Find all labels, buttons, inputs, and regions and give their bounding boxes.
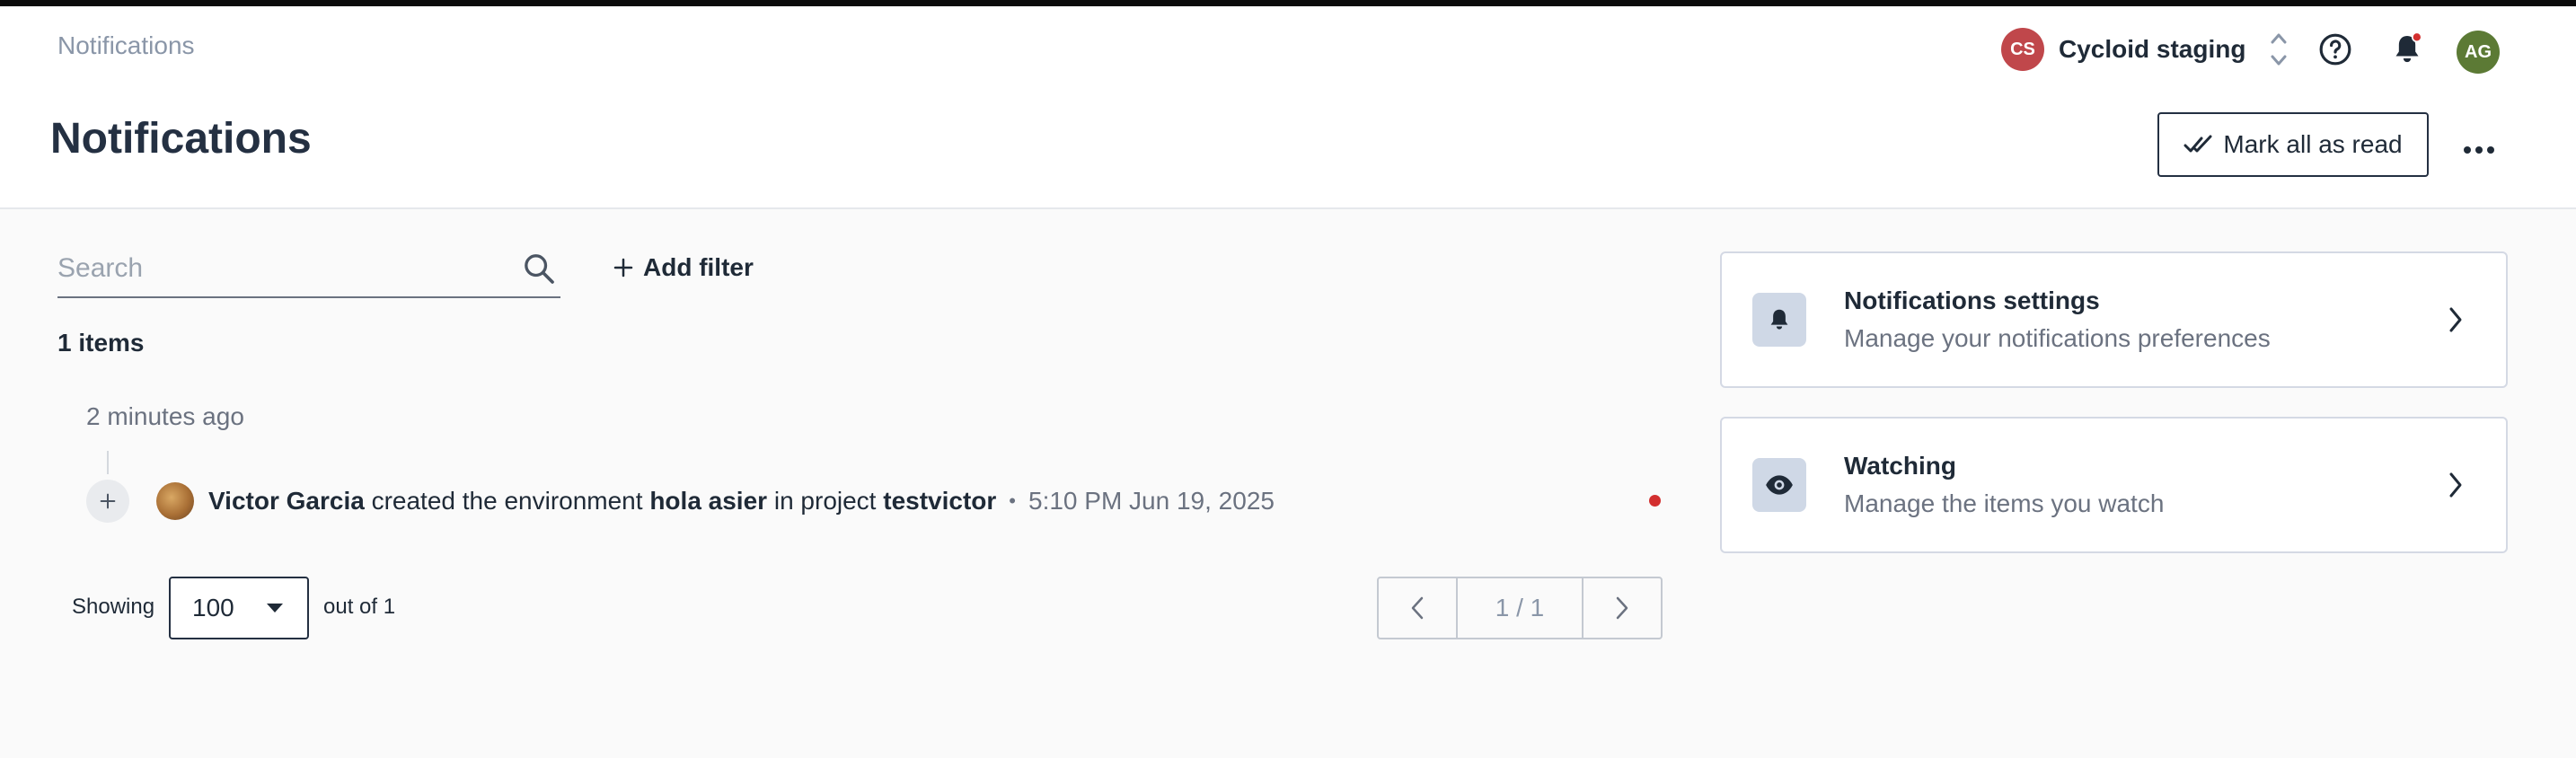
card-icon-bg: [1752, 293, 1806, 347]
page-title: Notifications: [50, 115, 312, 163]
notifications-button[interactable]: [2387, 30, 2427, 69]
prev-page-button[interactable]: [1379, 578, 1456, 638]
page-indicator: 1 / 1: [1456, 578, 1584, 638]
help-circle-icon: [2319, 33, 2351, 66]
card-title: Watching: [1844, 452, 1956, 480]
org-avatar: CS: [2001, 28, 2044, 71]
add-filter-button[interactable]: Add filter: [613, 250, 754, 286]
separator-dot: •: [1009, 489, 1016, 512]
card-text: Watching Manage the items you watch: [1844, 452, 2164, 518]
search-field: [57, 241, 560, 298]
notification-timestamp: 5:10 PM Jun 19, 2025: [1028, 487, 1275, 515]
watching-card[interactable]: Watching Manage the items you watch: [1720, 417, 2508, 553]
double-check-icon: [2183, 135, 2212, 153]
pagination: 1 / 1: [1377, 577, 1663, 639]
org-switcher[interactable]: CS Cycloid staging: [2001, 26, 2289, 73]
timeline-connector: [107, 451, 109, 474]
actor-avatar: [156, 482, 194, 520]
actor-name[interactable]: Victor Garcia: [208, 487, 365, 516]
items-count: 1 items: [57, 329, 145, 357]
card-text: Notifications settings Manage your notif…: [1844, 286, 2271, 353]
action-text: created the environment: [371, 487, 643, 515]
unread-indicator[interactable]: [1649, 495, 1661, 507]
bell-icon: [1770, 309, 1788, 330]
time-group-label: 2 minutes ago: [86, 402, 244, 430]
top-strip: [0, 0, 2576, 6]
plus-icon: [613, 258, 633, 278]
mark-all-read-label: Mark all as read: [2223, 130, 2403, 158]
notification-item[interactable]: Victor Garcia created the environment ho…: [156, 480, 1275, 523]
chevron-left-icon: [1411, 596, 1424, 620]
project-name[interactable]: testvictor: [883, 487, 996, 516]
page-header: Notifications Notifications CS Cycloid s…: [0, 6, 2576, 209]
user-avatar[interactable]: AG: [2457, 31, 2500, 74]
search-icon[interactable]: [521, 251, 557, 286]
search-input[interactable]: [57, 253, 521, 284]
chevron-right-icon: [2449, 307, 2462, 332]
chevron-right-icon: [2449, 472, 2462, 498]
target-name[interactable]: hola asier: [649, 487, 767, 516]
connector-text: in project: [773, 487, 877, 515]
chevron-right-icon: [1616, 596, 1628, 620]
help-button[interactable]: [2316, 30, 2355, 69]
expand-notification-button[interactable]: [86, 480, 129, 523]
out-of-label: out of 1: [323, 595, 396, 619]
org-name: Cycloid staging: [2059, 35, 2246, 63]
notifications-settings-card[interactable]: Notifications settings Manage your notif…: [1720, 251, 2508, 388]
next-page-button[interactable]: [1584, 578, 1661, 638]
card-description: Manage your notifications preferences: [1844, 324, 2271, 352]
more-horizontal-icon: [2464, 146, 2494, 154]
chevron-up-down-icon: [2271, 33, 2287, 66]
card-icon-bg: [1752, 458, 1806, 512]
breadcrumb[interactable]: Notifications: [57, 31, 195, 60]
card-title: Notifications settings: [1844, 286, 2100, 314]
card-description: Manage the items you watch: [1844, 489, 2165, 517]
more-options-button[interactable]: [2461, 132, 2497, 168]
showing-label: Showing: [72, 595, 155, 619]
eye-icon: [1766, 475, 1793, 495]
add-filter-label: Add filter: [643, 253, 754, 281]
plus-icon: [100, 493, 116, 509]
page-size-select[interactable]: 100: [169, 577, 309, 639]
page-size-value: 100: [192, 594, 234, 621]
mark-all-read-button[interactable]: Mark all as read: [2157, 112, 2429, 177]
bell-icon: [2395, 31, 2422, 63]
caret-down-icon: [267, 604, 283, 613]
